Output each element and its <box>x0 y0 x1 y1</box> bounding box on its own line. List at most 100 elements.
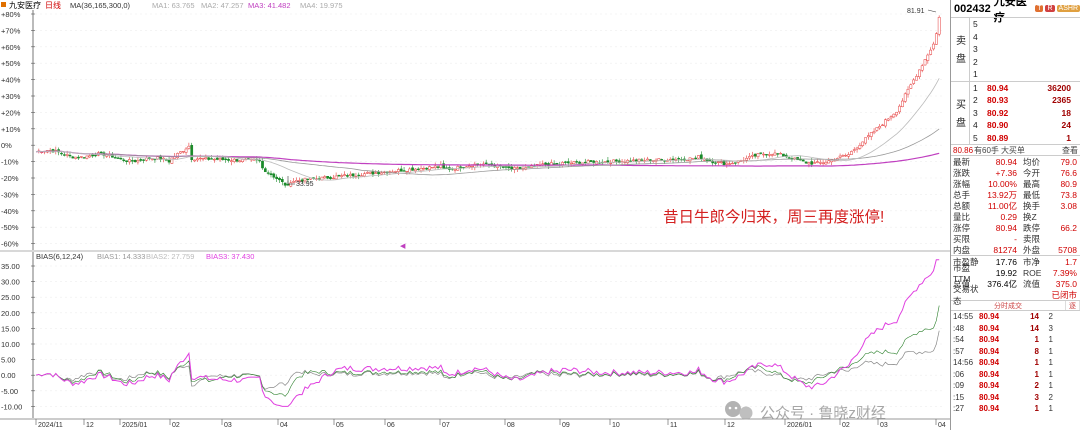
buy-row[interactable]: 2 80.93 2365 <box>969 94 1080 107</box>
tick-tabs[interactable]: 分时成交 逐 <box>951 300 1080 311</box>
candle-body[interactable] <box>266 172 270 174</box>
candle-body[interactable] <box>74 156 77 159</box>
candle-body[interactable] <box>838 155 842 158</box>
candle-body[interactable] <box>283 182 287 186</box>
candle-body[interactable] <box>920 65 924 71</box>
candle-body[interactable] <box>122 159 126 162</box>
candle-body[interactable] <box>603 161 607 163</box>
candle-body[interactable] <box>198 157 202 160</box>
candle-body[interactable] <box>377 171 380 175</box>
candle-body[interactable] <box>589 160 593 162</box>
candle-body[interactable] <box>926 54 930 61</box>
candle-body[interactable] <box>515 167 519 169</box>
candle-body[interactable] <box>566 161 570 164</box>
candle-body[interactable] <box>263 168 267 173</box>
candle-body[interactable] <box>210 158 213 160</box>
candle-body[interactable] <box>357 174 361 177</box>
candle-body[interactable] <box>130 160 134 162</box>
candle-body[interactable] <box>852 149 856 151</box>
big-order-strip[interactable]: 80.86 有60手 大买单 查看 <box>951 144 1080 155</box>
candle-body[interactable] <box>428 166 431 170</box>
badge-t[interactable]: T <box>1035 5 1044 12</box>
candle-body[interactable] <box>884 119 887 127</box>
candle-body[interactable] <box>113 157 117 159</box>
candle-body[interactable] <box>176 153 179 159</box>
candle-body[interactable] <box>94 154 97 157</box>
candle-body[interactable] <box>776 153 780 155</box>
candle-body[interactable] <box>634 159 638 162</box>
candle-body[interactable] <box>348 173 352 176</box>
candle-body[interactable] <box>861 141 865 146</box>
candle-body[interactable] <box>923 59 927 66</box>
candle-body[interactable] <box>128 159 131 163</box>
candle-body[interactable] <box>770 154 774 156</box>
candle-body[interactable] <box>841 155 845 157</box>
candle-body[interactable] <box>133 159 137 162</box>
candle-body[interactable] <box>351 173 355 177</box>
candle-body[interactable] <box>892 113 896 118</box>
candle-body[interactable] <box>750 154 754 157</box>
candle-body[interactable] <box>733 162 737 164</box>
candle-body[interactable] <box>196 158 199 161</box>
tick-row[interactable]: :27 80.94 1 1 <box>951 403 1080 415</box>
candle-body[interactable] <box>575 161 579 163</box>
candle-body[interactable] <box>847 154 850 157</box>
tick-list[interactable]: 14:55 80.94 14 2:48 80.94 14 3:54 80.94 1 1:57 80.… <box>951 311 1080 415</box>
candle-body[interactable] <box>889 116 893 119</box>
candle-body[interactable] <box>371 171 375 175</box>
tick-row[interactable]: :54 80.94 1 1 <box>951 334 1080 346</box>
main-period-flag[interactable]: 日线 <box>45 0 61 10</box>
candle-body[interactable] <box>714 162 717 164</box>
candle-body[interactable] <box>762 153 765 156</box>
candle-body[interactable] <box>68 154 72 157</box>
tick-row[interactable]: :57 80.94 8 1 <box>951 346 1080 358</box>
candle-body[interactable] <box>646 158 649 161</box>
candle-body[interactable] <box>207 157 211 160</box>
sell-row[interactable]: 1 <box>969 68 1080 81</box>
candle-body[interactable] <box>818 162 822 164</box>
candle-body[interactable] <box>181 151 185 153</box>
candle-body[interactable] <box>501 166 505 168</box>
candle-body[interactable] <box>136 160 140 163</box>
candle-body[interactable] <box>555 163 559 165</box>
candle-body[interactable] <box>869 132 873 137</box>
candle-body[interactable] <box>275 176 279 180</box>
tick-row[interactable]: 14:56 80.94 1 1 <box>951 357 1080 369</box>
candle-body[interactable] <box>507 166 511 169</box>
tick-row[interactable]: :48 80.94 14 3 <box>951 323 1080 335</box>
badge-r[interactable]: R <box>1045 5 1055 12</box>
candle-body[interactable] <box>190 144 194 160</box>
candle-body[interactable] <box>773 152 777 156</box>
candle-body[interactable] <box>218 158 222 161</box>
buy-row[interactable]: 3 80.92 18 <box>969 106 1080 119</box>
candle-body[interactable] <box>232 158 236 162</box>
candle-body[interactable] <box>765 154 768 156</box>
candle-body[interactable] <box>637 158 641 162</box>
candle-body[interactable] <box>544 162 547 165</box>
candle-body[interactable] <box>79 156 83 158</box>
candle-body[interactable] <box>88 155 92 158</box>
candle-body[interactable] <box>278 177 281 181</box>
buy-row[interactable]: 1 80.94 36200 <box>969 81 1080 94</box>
candle-body[interactable] <box>909 84 913 89</box>
sell-row[interactable]: 2 <box>969 55 1080 68</box>
candle-body[interactable] <box>671 158 675 161</box>
tab-detail[interactable]: 逐 <box>1066 301 1080 310</box>
candle-body[interactable] <box>184 148 188 153</box>
candle-body[interactable] <box>340 175 344 177</box>
candle-body[interactable] <box>289 182 293 187</box>
candle-body[interactable] <box>238 160 242 163</box>
badge-ashr[interactable]: ASHR <box>1056 5 1080 12</box>
candle-body[interactable] <box>408 168 412 173</box>
tick-row[interactable]: :09 80.94 2 1 <box>951 380 1080 392</box>
candle-body[interactable] <box>912 79 916 84</box>
candle-body[interactable] <box>82 157 86 159</box>
sell-row[interactable]: 3 <box>969 43 1080 56</box>
candle-body[interactable] <box>201 158 205 160</box>
candle-body[interactable] <box>394 171 397 173</box>
candle-body[interactable] <box>227 158 230 161</box>
candle-body[interactable] <box>821 162 825 164</box>
candle-body[interactable] <box>541 163 545 165</box>
candle-body[interactable] <box>116 157 120 159</box>
candle-body[interactable] <box>918 69 921 77</box>
